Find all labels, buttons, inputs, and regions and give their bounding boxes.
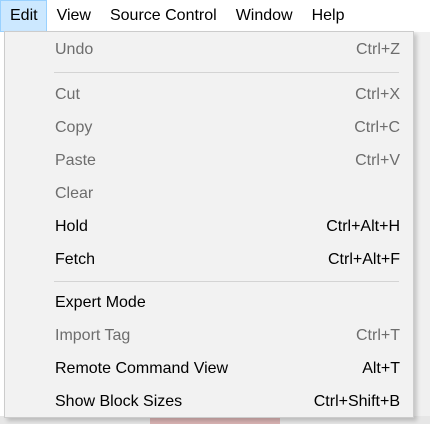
menu-item-cut[interactable]: Cut Ctrl+X <box>6 78 412 111</box>
menu-item-label: Fetch <box>55 251 96 268</box>
menu-item-shortcut: Ctrl+Z <box>356 41 400 58</box>
menu-separator <box>54 281 399 282</box>
menu-view[interactable]: View <box>47 0 100 32</box>
menu-item-label: Show Block Sizes <box>55 393 183 410</box>
menu-item-label: Expert Mode <box>55 294 146 311</box>
menu-item-expert-mode[interactable]: Expert Mode <box>6 286 412 319</box>
menu-item-label: Remote Command View <box>55 360 229 377</box>
menu-item-hold[interactable]: Hold Ctrl+Alt+H <box>6 210 412 243</box>
menu-item-import-tag[interactable]: Import Tag Ctrl+T <box>6 319 412 352</box>
menu-item-shortcut: Ctrl+C <box>354 119 400 136</box>
menu-item-shortcut: Ctrl+Alt+F <box>327 251 400 268</box>
menu-item-show-block-sizes[interactable]: Show Block Sizes Ctrl+Shift+B <box>6 385 412 418</box>
menu-separator <box>54 72 399 73</box>
menu-item-remote-command-view[interactable]: Remote Command View Alt+T <box>6 352 412 385</box>
menu-item-label: Copy <box>55 119 93 136</box>
menu-help[interactable]: Help <box>302 0 354 32</box>
menu-item-clear[interactable]: Clear <box>6 177 412 210</box>
menu-item-shortcut: Ctrl+Shift+B <box>313 393 400 410</box>
menu-bar: Edit View Source Control Window Help <box>0 0 430 32</box>
menu-item-label: Undo <box>55 41 94 58</box>
menu-item-shortcut: Ctrl+T <box>356 327 400 344</box>
menu-item-shortcut: Alt+T <box>362 360 400 377</box>
menu-item-label: Import Tag <box>55 327 131 344</box>
menu-item-label: Cut <box>55 86 80 103</box>
edit-dropdown-menu: Undo Ctrl+Z Cut Ctrl+X Copy Ctrl+C Paste… <box>4 31 414 418</box>
menu-source-control[interactable]: Source Control <box>100 0 226 32</box>
menu-item-shortcut: Ctrl+V <box>355 152 400 169</box>
menu-item-shortcut: Ctrl+X <box>355 86 400 103</box>
menu-item-paste[interactable]: Paste Ctrl+V <box>6 144 412 177</box>
menu-item-shortcut: Ctrl+Alt+H <box>326 218 400 235</box>
background-red-text-fragment <box>150 418 280 424</box>
menu-item-undo[interactable]: Undo Ctrl+Z <box>6 33 412 66</box>
menu-item-fetch[interactable]: Fetch Ctrl+Alt+F <box>6 243 412 276</box>
menu-item-copy[interactable]: Copy Ctrl+C <box>6 111 412 144</box>
menu-item-label: Hold <box>55 218 88 235</box>
menu-item-label: Clear <box>55 185 94 202</box>
menu-window[interactable]: Window <box>226 0 302 32</box>
menu-item-label: Paste <box>55 152 96 169</box>
menu-edit[interactable]: Edit <box>0 0 47 32</box>
